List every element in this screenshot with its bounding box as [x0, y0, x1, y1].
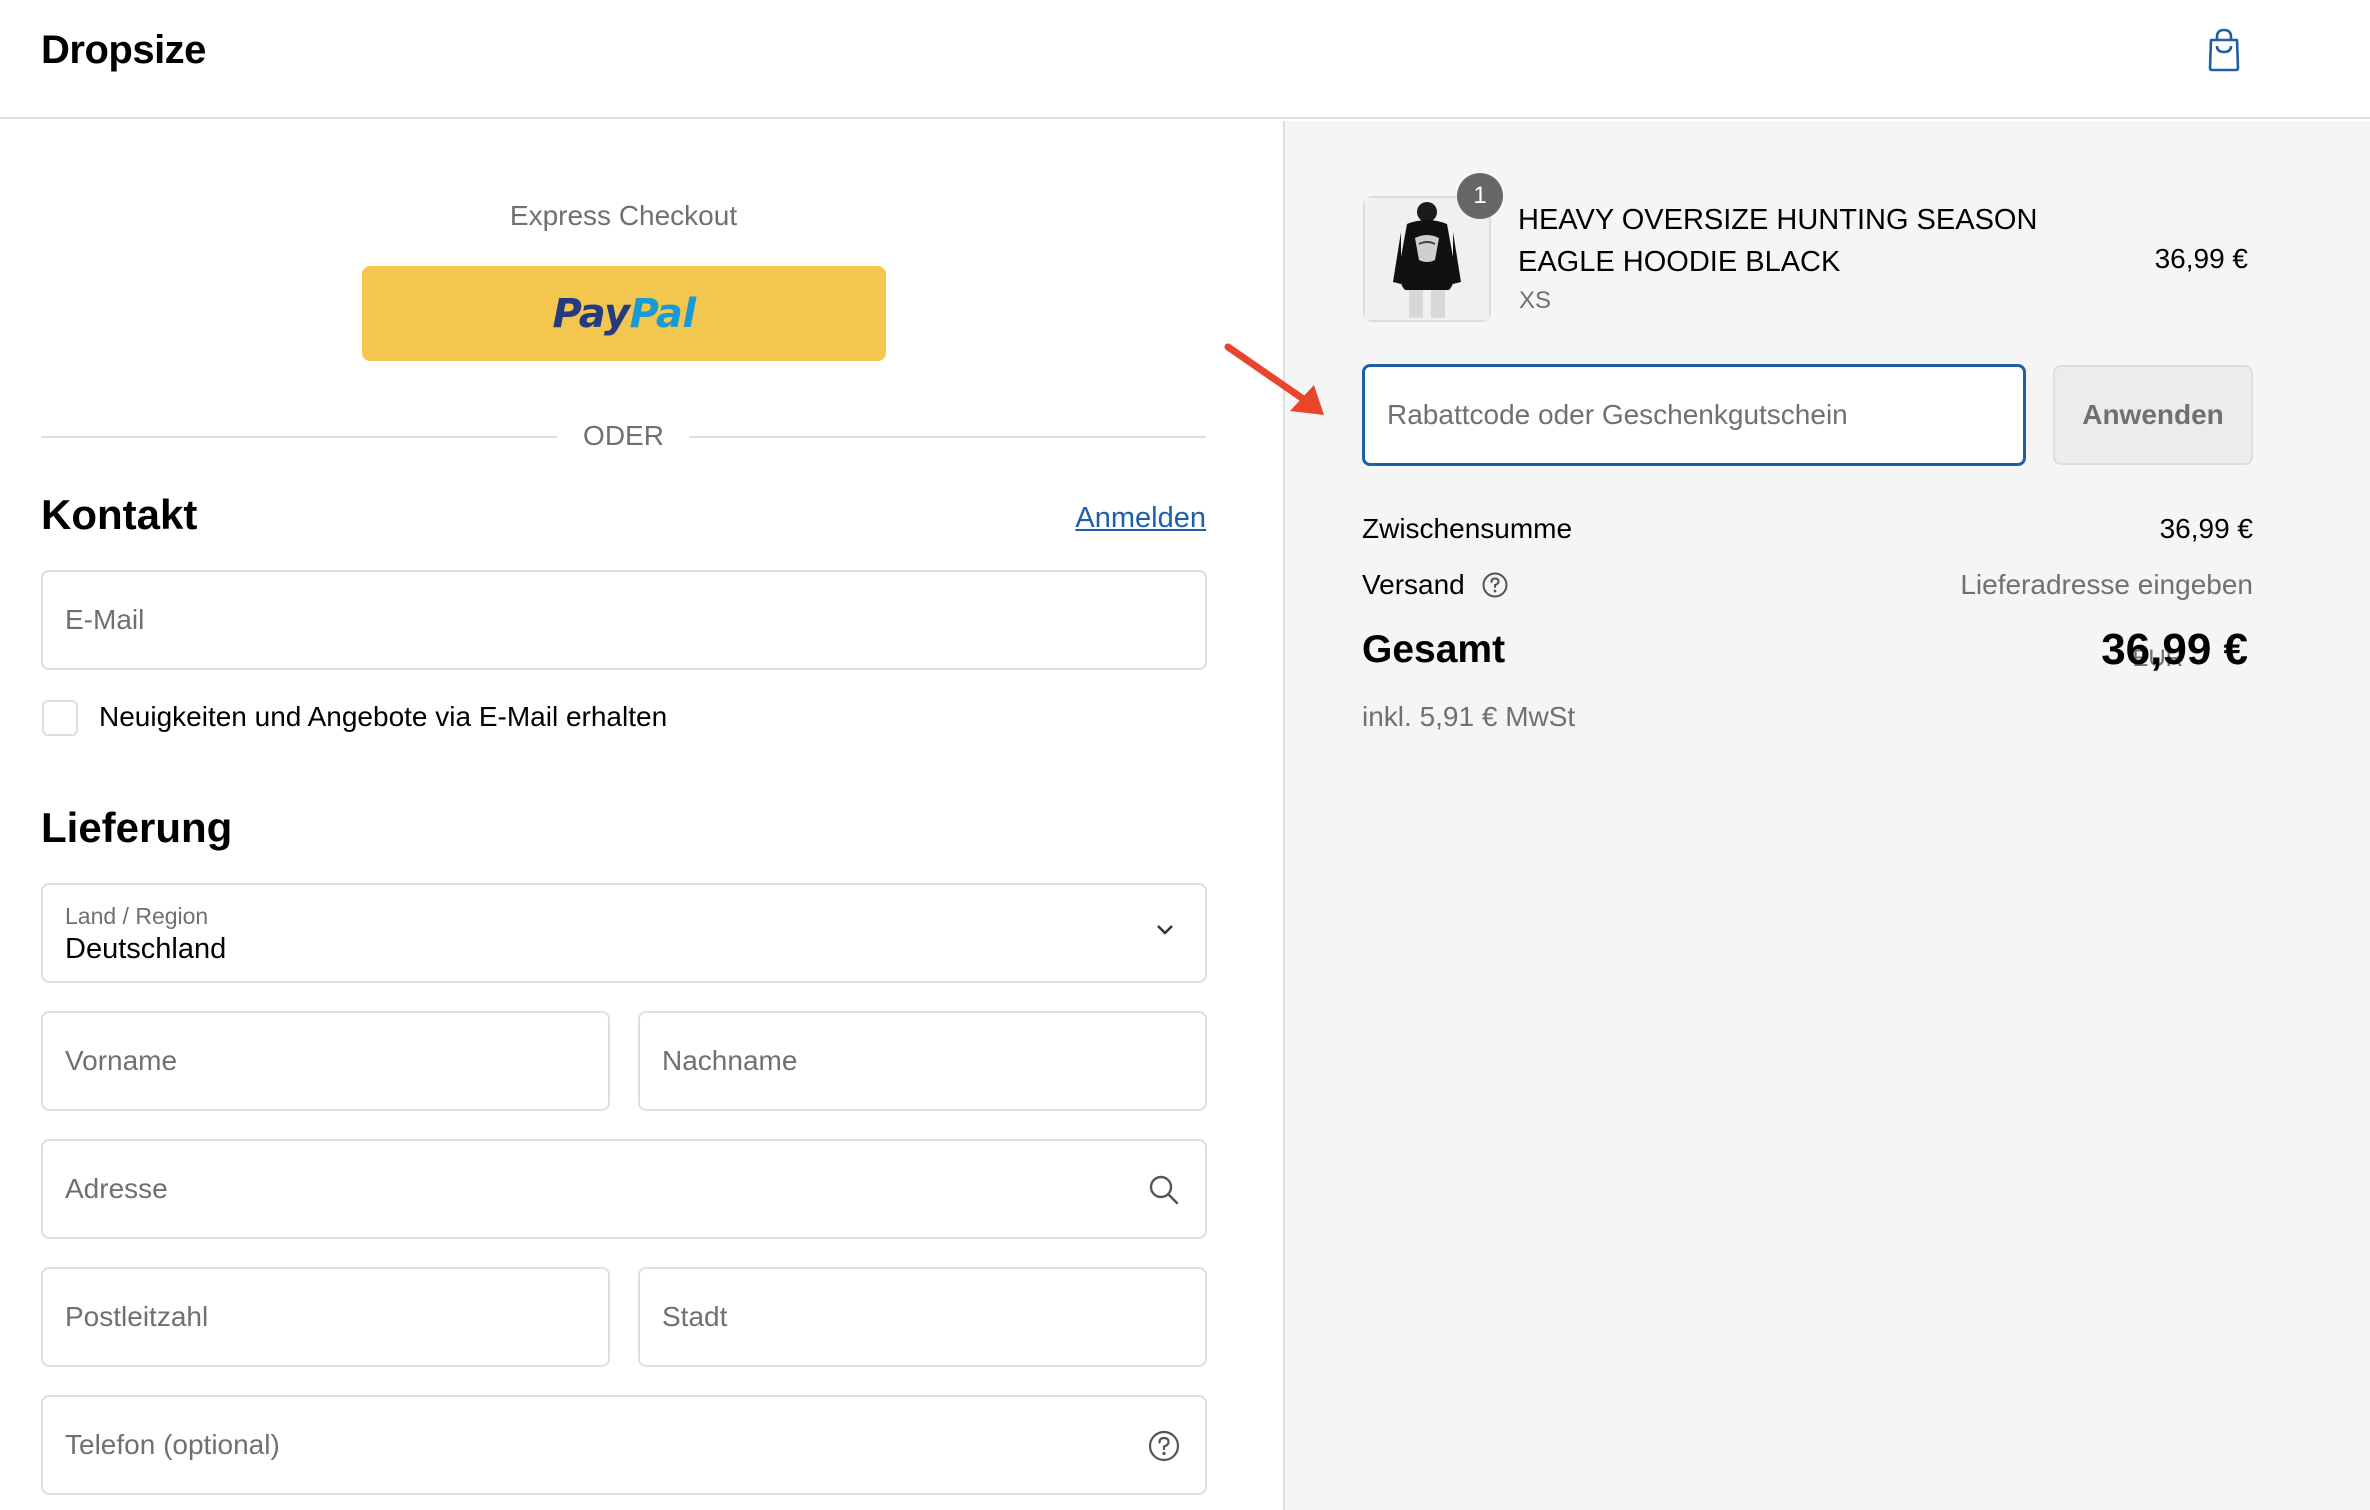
address-input[interactable] — [43, 1141, 1205, 1237]
email-field[interactable] — [41, 570, 1207, 670]
contact-heading: Kontakt — [41, 491, 198, 538]
shipping-value: Lieferadresse eingeben — [1960, 569, 2253, 600]
newsletter-label: Neuigkeiten und Angebote via E-Mail erha… — [99, 701, 668, 732]
paypal-button[interactable]: PayPal — [362, 266, 886, 361]
country-select[interactable]: Land / Region Deutschland — [41, 883, 1207, 983]
subtotal-label: Zwischensumme — [1362, 513, 1573, 544]
quantity-badge: 1 — [1457, 173, 1503, 219]
chevron-down-icon — [1157, 925, 1173, 935]
email-input[interactable] — [43, 572, 1205, 668]
address-field[interactable] — [41, 1139, 1207, 1239]
product-variant: XS — [1519, 287, 1552, 314]
checkout-form-column: Express Checkout PayPal ODER Kontakt Anm… — [0, 121, 1283, 1510]
city-input[interactable] — [640, 1269, 1205, 1365]
product-name: HEAVY OVERSIZE HUNTING SEASON EAGLE HOOD… — [1518, 204, 2038, 278]
country-select-value: Deutschland — [65, 933, 227, 965]
brand-logo[interactable]: Dropsize — [41, 28, 206, 73]
help-circle-icon[interactable] — [1147, 1429, 1181, 1463]
paypal-logo: PayPal — [552, 290, 696, 337]
search-icon[interactable] — [1147, 1173, 1181, 1207]
annotation-arrow-icon — [1224, 343, 1324, 415]
shipping-help-icon[interactable] — [1481, 571, 1509, 599]
phone-input[interactable] — [43, 1397, 1205, 1493]
total-value: 36,99 € — [2101, 625, 2248, 674]
login-link[interactable]: Anmelden — [1075, 502, 1206, 535]
last-name-field[interactable] — [638, 1011, 1207, 1111]
first-name-field[interactable] — [41, 1011, 610, 1111]
product-price: 36,99 € — [2154, 243, 2248, 274]
page-header: Dropsize — [0, 0, 2370, 119]
last-name-input[interactable] — [640, 1013, 1205, 1109]
shipping-row: Versand Lieferadresse eingeben — [1362, 569, 2253, 601]
subtotal-value: 36,99 € — [2159, 513, 2253, 544]
newsletter-checkbox[interactable] — [42, 700, 78, 736]
or-divider: ODER — [41, 416, 1206, 456]
tax-note: inkl. 5,91 € MwSt — [1362, 701, 1576, 732]
divider-line-right — [689, 436, 1206, 438]
city-field[interactable] — [638, 1267, 1207, 1367]
apply-discount-button[interactable]: Anwenden — [2053, 365, 2253, 465]
shopping-bag-icon[interactable] — [2205, 28, 2243, 72]
postal-code-field[interactable] — [41, 1267, 610, 1367]
country-select-label: Land / Region — [65, 903, 209, 929]
subtotal-row: Zwischensumme 36,99 € — [1362, 513, 2253, 545]
first-name-input[interactable] — [43, 1013, 608, 1109]
total-label: Gesamt — [1362, 628, 1506, 671]
delivery-heading: Lieferung — [41, 804, 233, 851]
phone-field[interactable] — [41, 1395, 1207, 1495]
postal-code-input[interactable] — [43, 1269, 608, 1365]
express-checkout-label: Express Checkout — [509, 200, 738, 231]
discount-code-input[interactable] — [1365, 367, 2023, 463]
shipping-label: Versand — [1362, 569, 1465, 600]
discount-code-field[interactable] — [1362, 364, 2026, 466]
order-summary-panel: 1 HEAVY OVERSIZE HUNTING SEASON EAGLE HO… — [1283, 121, 2370, 1510]
